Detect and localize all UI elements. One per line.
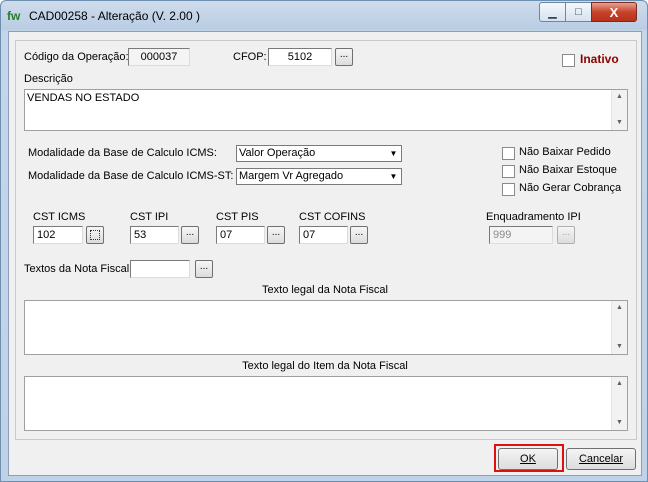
- inativo-checkbox[interactable]: [562, 54, 575, 67]
- nao-baixar-estoque-checkbox[interactable]: [502, 165, 515, 178]
- texto-legal-item-textarea[interactable]: ▲ ▼: [24, 376, 628, 431]
- cancel-button[interactable]: Cancelar: [566, 448, 636, 470]
- scroll-up-icon[interactable]: ▲: [612, 377, 627, 391]
- modalidade-icms-value: Valor Operação: [239, 147, 316, 159]
- codigo-field[interactable]: 000037: [128, 48, 190, 66]
- descricao-label: Descrição: [24, 73, 73, 85]
- codigo-label: Código da Operação:: [24, 51, 129, 63]
- texto-legal-item-label: Texto legal do Item da Nota Fiscal: [242, 360, 408, 372]
- modalidade-icms-st-value: Margem Vr Agregado: [239, 170, 344, 182]
- enquadramento-ipi-label: Enquadramento IPI: [486, 211, 581, 223]
- modalidade-icms-select[interactable]: Valor Operação ▼: [236, 145, 402, 162]
- descricao-textarea[interactable]: VENDAS NO ESTADO ▲ ▼: [24, 89, 628, 131]
- cst-icms-label: CST ICMS: [33, 211, 86, 223]
- cfop-lookup-button[interactable]: ...: [335, 48, 353, 66]
- nao-baixar-estoque-label: Não Baixar Estoque: [519, 164, 617, 176]
- modalidade-icms-st-label: Modalidade da Base de Calculo ICMS-ST:: [28, 170, 234, 182]
- textos-nota-lookup-button[interactable]: ...: [195, 260, 213, 278]
- texto-legal-scrollbar[interactable]: ▲ ▼: [611, 301, 627, 354]
- modalidade-icms-label: Modalidade da Base de Calculo ICMS:: [28, 147, 217, 159]
- minimize-button[interactable]: ▁: [539, 2, 566, 22]
- cst-ipi-lookup-button[interactable]: ...: [181, 226, 199, 244]
- nao-gerar-cobranca-checkbox[interactable]: [502, 183, 515, 196]
- cfop-field[interactable]: 5102: [268, 48, 332, 66]
- nao-gerar-cobranca-label: Não Gerar Cobrança: [519, 182, 622, 194]
- cst-pis-label: CST PIS: [216, 211, 259, 223]
- texto-legal-textarea[interactable]: ▲ ▼: [24, 300, 628, 355]
- cst-icms-field[interactable]: 102: [33, 226, 83, 244]
- close-button[interactable]: X: [591, 2, 637, 22]
- ok-button[interactable]: OK: [498, 448, 558, 470]
- scroll-down-icon[interactable]: ▼: [612, 416, 627, 430]
- enquadramento-ipi-lookup-button[interactable]: ...: [557, 226, 575, 244]
- inativo-label: Inativo: [580, 52, 619, 66]
- enquadramento-ipi-field[interactable]: 999: [489, 226, 553, 244]
- dotted-square-icon: [90, 230, 100, 240]
- cst-icms-lookup-button[interactable]: [86, 226, 104, 244]
- chevron-down-icon[interactable]: ▼: [387, 170, 400, 183]
- cst-ipi-field[interactable]: 53: [130, 226, 179, 244]
- cst-cofins-lookup-button[interactable]: ...: [350, 226, 368, 244]
- cst-pis-lookup-button[interactable]: ...: [267, 226, 285, 244]
- app-icon: fw: [7, 9, 21, 23]
- texto-legal-item-scrollbar[interactable]: ▲ ▼: [611, 377, 627, 430]
- cst-pis-field[interactable]: 07: [216, 226, 265, 244]
- scroll-down-icon[interactable]: ▼: [612, 340, 627, 354]
- descricao-scrollbar[interactable]: ▲ ▼: [611, 90, 627, 130]
- chevron-down-icon[interactable]: ▼: [387, 147, 400, 160]
- maximize-button[interactable]: □: [565, 2, 592, 22]
- cst-cofins-label: CST COFINS: [299, 211, 366, 223]
- dialog-client-area: Código da Operação: 000037 CFOP: 5102 ..…: [8, 31, 642, 476]
- descricao-text: VENDAS NO ESTADO: [27, 92, 140, 104]
- scroll-down-icon[interactable]: ▼: [612, 116, 627, 130]
- textos-nota-field[interactable]: [130, 260, 190, 278]
- cst-ipi-label: CST IPI: [130, 211, 169, 223]
- dialog-window: fw CAD00258 - Alteração (V. 2.00 ) ▁ □ X…: [0, 0, 648, 482]
- texto-legal-label: Texto legal da Nota Fiscal: [262, 284, 388, 296]
- nao-baixar-pedido-checkbox[interactable]: [502, 147, 515, 160]
- scroll-up-icon[interactable]: ▲: [612, 90, 627, 104]
- nao-baixar-pedido-label: Não Baixar Pedido: [519, 146, 611, 158]
- textos-nota-label: Textos da Nota Fiscal: [24, 263, 130, 275]
- cst-cofins-field[interactable]: 07: [299, 226, 348, 244]
- window-title: CAD00258 - Alteração (V. 2.00 ): [29, 9, 200, 23]
- modalidade-icms-st-select[interactable]: Margem Vr Agregado ▼: [236, 168, 402, 185]
- cfop-label: CFOP:: [233, 51, 267, 63]
- scroll-up-icon[interactable]: ▲: [612, 301, 627, 315]
- title-bar[interactable]: fw CAD00258 - Alteração (V. 2.00 ) ▁ □ X: [1, 1, 647, 31]
